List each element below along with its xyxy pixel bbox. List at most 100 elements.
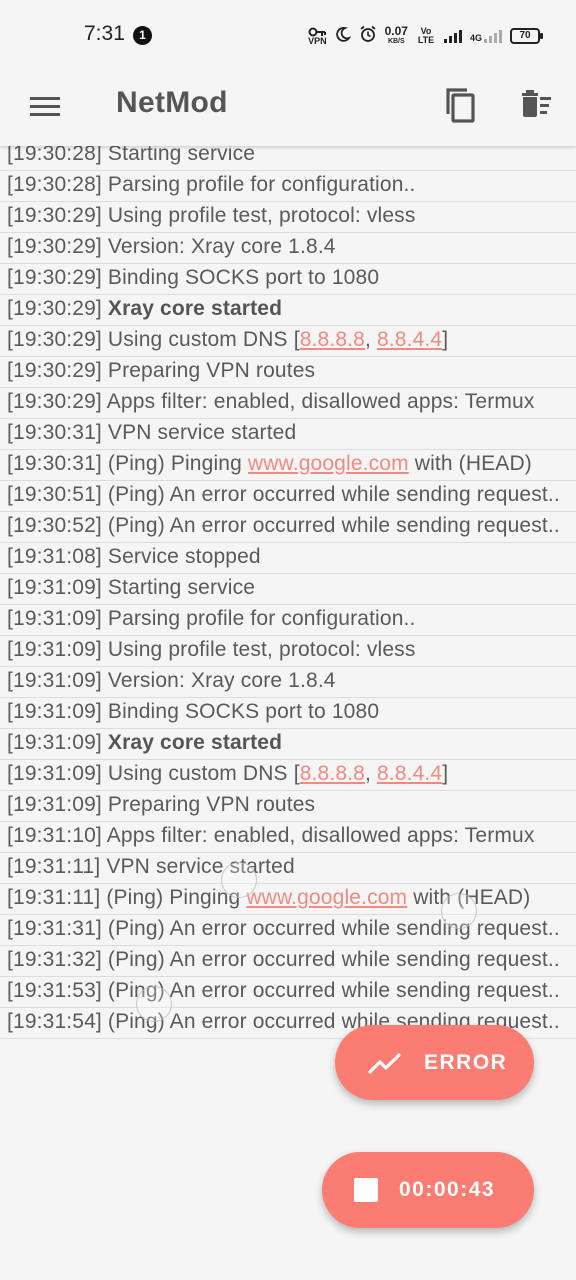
log-timestamp: [19:31:09] [7, 607, 102, 630]
log-message: Apps filter: enabled, disallowed apps: T… [106, 390, 535, 413]
log-timestamp: [19:31:09] [7, 669, 102, 692]
log-link[interactable]: 8.8.8.8 [300, 762, 365, 785]
log-entry: [19:31:31] (Ping) An error occurred whil… [0, 915, 576, 946]
log-timestamp: [19:31:08] [7, 545, 102, 568]
log-link[interactable]: www.google.com [248, 452, 409, 475]
log-message: Using profile test, protocol: vless [107, 204, 416, 227]
log-message: Using custom DNS [ [107, 762, 300, 785]
battery-icon: 70 [510, 28, 543, 44]
log-message-bold: Xray core started [107, 297, 283, 320]
log-entry: [19:31:09] Xray core started [0, 729, 576, 760]
log-timestamp: [19:30:31] [7, 421, 102, 444]
vpn-label: VPN [308, 35, 327, 46]
log-link[interactable]: 8.8.4.4 [377, 762, 442, 785]
log-timestamp: [19:31:31] [7, 917, 102, 940]
log-timestamp: [19:31:09] [7, 576, 102, 599]
log-message: Preparing VPN routes [107, 793, 316, 816]
log-timestamp: [19:30:29] [7, 235, 102, 258]
log-entry: [19:30:31] VPN service started [0, 419, 576, 450]
log-message: Parsing profile for configuration.. [107, 607, 416, 630]
data-rate: 0.07 KB/S [384, 24, 408, 46]
clear-log-icon [522, 90, 551, 117]
log-message: Binding SOCKS port to 1080 [107, 700, 380, 723]
log-message: Version: Xray core 1.8.4 [107, 235, 336, 258]
log-timestamp: [19:31:09] [7, 638, 102, 661]
log-link[interactable]: 8.8.8.8 [300, 328, 365, 351]
log-timestamp: [19:31:09] [7, 700, 102, 723]
timer-label: 00:00:43 [399, 1178, 496, 1201]
log-timestamp: [19:31:09] [7, 731, 102, 754]
stop-icon [354, 1178, 378, 1202]
log-message: Preparing VPN routes [107, 359, 316, 382]
log-timestamp: [19:30:29] [7, 328, 102, 351]
clear-log-button[interactable] [518, 86, 558, 124]
log-message: VPN service started [107, 421, 297, 444]
log-entry: [19:31:09] Starting service [0, 574, 576, 605]
notification-badge: 1 [133, 26, 152, 45]
app-bar: NetMod [0, 70, 576, 146]
log-entry: [19:30:52] (Ping) An error occurred whil… [0, 512, 576, 543]
touch-indicator [136, 986, 172, 1022]
log-timestamp: [19:30:28] [7, 173, 102, 196]
log-timestamp: [19:30:29] [7, 297, 102, 320]
log-timestamp: [19:30:29] [7, 266, 102, 289]
log-message: (Ping) Pinging [107, 452, 248, 475]
log-timestamp: [19:30:31] [7, 452, 102, 475]
copy-button[interactable] [440, 84, 480, 124]
data-rate-value: 0.07 [384, 24, 408, 38]
log-message: (Ping) An error occurred while sending r… [107, 979, 560, 1002]
signal-icon [443, 29, 462, 43]
log-timestamp: [19:31:54] [7, 1010, 102, 1033]
data-rate-unit: KB/S [387, 38, 405, 45]
log-entry: [19:30:31] (Ping) Pinging www.google.com… [0, 450, 576, 481]
stop-timer-fab-button[interactable]: 00:00:43 [322, 1152, 534, 1228]
log-entry: [19:31:10] Apps filter: enabled, disallo… [0, 822, 576, 853]
log-entry: [19:31:09] Binding SOCKS port to 1080 [0, 698, 576, 729]
log-link[interactable]: www.google.com [246, 886, 407, 909]
log-message-suffix: ] [442, 762, 449, 785]
log-timestamp: [19:31:10] [7, 824, 102, 847]
log-entry: [19:30:28] Starting service [0, 146, 576, 171]
log-list[interactable]: [19:30:28] Starting service [19:30:28] Pa… [0, 146, 576, 1280]
log-entry: [19:31:09] Using custom DNS [8.8.8.8, 8.… [0, 760, 576, 791]
log-message: Version: Xray core 1.8.4 [107, 669, 336, 692]
error-fab-button[interactable]: ERROR [335, 1025, 534, 1100]
log-message: Starting service [107, 576, 256, 599]
copy-icon [446, 88, 475, 123]
status-icons: VPN 0.07 KB/S Vo LTE 4G 70 [308, 24, 543, 47]
log-timestamp: [19:30:29] [7, 204, 102, 227]
status-bar: 7:31 1 VPN 0.07 KB/S Vo LTE 4G 70 [0, 0, 576, 70]
volte-label: Vo LTE [417, 26, 435, 45]
log-timestamp: [19:30:28] [7, 146, 102, 165]
log-entry: [19:31:11] (Ping) Pinging www.google.com… [0, 884, 576, 915]
touch-indicator [441, 893, 477, 929]
log-message: (Ping) An error occurred while sending r… [107, 514, 560, 537]
log-timestamp: [19:31:11] [7, 855, 101, 878]
log-entry: [19:30:29] Xray core started [0, 295, 576, 326]
log-timestamp: [19:30:52] [7, 514, 102, 537]
log-message: (Ping) An error occurred while sending r… [107, 917, 560, 940]
trending-up-icon [368, 1052, 401, 1074]
network-type: 4G [469, 32, 482, 43]
log-link[interactable]: 8.8.4.4 [377, 328, 442, 351]
log-timestamp: [19:30:51] [7, 483, 102, 506]
log-timestamp: [19:30:29] [7, 359, 102, 382]
log-message-suffix: with (HEAD) [408, 452, 532, 475]
log-message: Binding SOCKS port to 1080 [107, 266, 380, 289]
log-message: Using custom DNS [ [107, 328, 300, 351]
log-entry: [19:31:11] VPN service started [0, 853, 576, 884]
log-entry: [19:31:32] (Ping) An error occurred whil… [0, 946, 576, 977]
log-entry: [19:31:09] Preparing VPN routes [0, 791, 576, 822]
menu-button[interactable] [28, 90, 62, 124]
log-entry: [19:30:29] Preparing VPN routes [0, 357, 576, 388]
log-message-bold: Xray core started [107, 731, 283, 754]
log-message: (Ping) An error occurred while sending r… [107, 948, 560, 971]
log-entry: [19:31:09] Version: Xray core 1.8.4 [0, 667, 576, 698]
log-timestamp: [19:30:29] [7, 390, 102, 413]
log-entry: [19:30:29] Using profile test, protocol:… [0, 202, 576, 233]
log-message: (Ping) An error occurred while sending r… [107, 483, 560, 506]
moon-icon [335, 26, 352, 47]
log-timestamp: [19:31:53] [7, 979, 102, 1002]
log-entry: [19:31:09] Using profile test, protocol:… [0, 636, 576, 667]
log-timestamp: [19:31:11] [7, 886, 101, 909]
